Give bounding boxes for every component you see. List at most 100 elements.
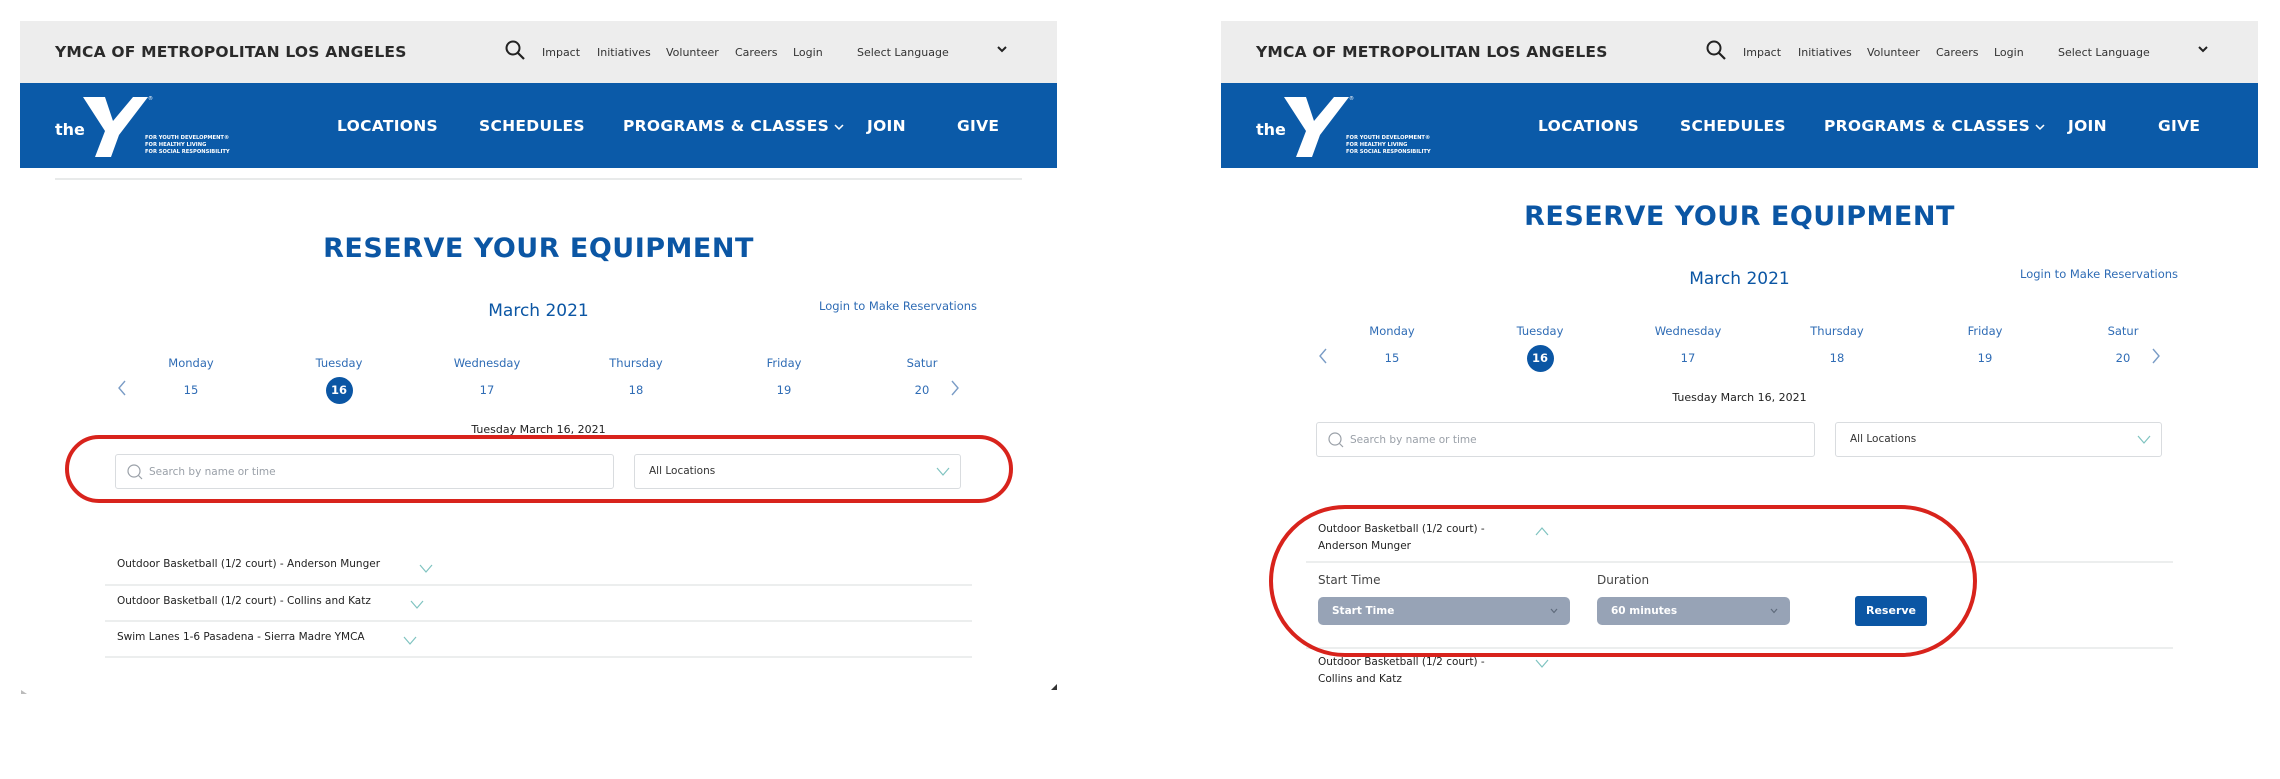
day-number[interactable]: 19: [724, 383, 844, 397]
day-thursday[interactable]: Thursday 18: [1777, 324, 1897, 365]
list-item[interactable]: Outdoor Basketball (1/2 court) - Collins…: [105, 586, 972, 622]
left-screenshot-panel: YMCA OF METROPOLITAN LOS ANGELES Impact …: [20, 21, 1057, 693]
list-item-label: Outdoor Basketball (1/2 court) - Anderso…: [117, 558, 381, 570]
day-name: Thursday: [1810, 324, 1864, 338]
day-number-selected[interactable]: 16: [325, 377, 353, 404]
nav-give[interactable]: GIVE: [2158, 117, 2200, 135]
selected-date: Tuesday March 16, 2021: [1672, 391, 1807, 404]
chevron-down-icon: [2035, 123, 2045, 130]
logo-tagline-3: FOR SOCIAL RESPONSIBILITY: [145, 149, 230, 155]
day-wednesday[interactable]: Wednesday 17: [427, 356, 547, 397]
logo-tagline-1: FOR YOUTH DEVELOPMENT®: [145, 135, 229, 141]
day-number-selected[interactable]: 16: [1526, 345, 1554, 372]
chevron-down-icon[interactable]: [2195, 41, 2211, 57]
reserve-button[interactable]: Reserve: [1855, 596, 1927, 626]
nav-schedules[interactable]: SCHEDULES: [479, 117, 585, 135]
chevron-up-icon[interactable]: [1535, 526, 1549, 536]
nav-locations[interactable]: LOCATIONS: [1538, 117, 1639, 135]
language-select[interactable]: Select Language: [2058, 46, 2150, 59]
list-item-label: Outdoor Basketball (1/2 court) - Anderson…: [1318, 521, 1485, 555]
day-number[interactable]: 17: [1628, 351, 1748, 365]
day-monday[interactable]: Monday 15: [1332, 324, 1452, 365]
language-select[interactable]: Select Language: [857, 46, 949, 59]
util-link-volunteer[interactable]: Volunteer: [666, 46, 719, 59]
util-link-careers[interactable]: Careers: [1936, 46, 1979, 59]
day-number[interactable]: 18: [576, 383, 696, 397]
ymca-logo[interactable]: the ® FOR YOUTH DEVELOPMENT® FOR HEALTHY…: [1254, 91, 1444, 161]
location-select[interactable]: All Locations: [634, 454, 961, 489]
chevron-right-icon[interactable]: [949, 379, 961, 397]
chevron-down-icon[interactable]: [994, 41, 1010, 57]
day-thursday[interactable]: Thursday 18: [576, 356, 696, 397]
util-link-initiatives[interactable]: Initiatives: [597, 46, 651, 59]
day-number[interactable]: 19: [1925, 351, 2045, 365]
logo-tagline-3: FOR SOCIAL RESPONSIBILITY: [1346, 149, 1431, 155]
day-name: Thursday: [609, 356, 663, 370]
chevron-right-icon[interactable]: [2150, 347, 2162, 365]
list-item[interactable]: Outdoor Basketball (1/2 court) - Anderso…: [105, 548, 972, 586]
util-link-initiatives[interactable]: Initiatives: [1798, 46, 1852, 59]
nav-join[interactable]: JOIN: [867, 117, 906, 135]
day-tuesday[interactable]: Tuesday 16: [1480, 324, 1600, 372]
search-input[interactable]: [1350, 423, 1807, 456]
nav-programs-classes[interactable]: PROGRAMS & CLASSES: [1824, 117, 2045, 135]
nav-join[interactable]: JOIN: [2068, 117, 2107, 135]
logo-tagline-2: FOR HEALTHY LIVING: [1346, 142, 1407, 148]
list-item-label-line2: Collins and Katz: [1318, 673, 1402, 685]
logo-word: the: [55, 120, 85, 139]
day-number[interactable]: 15: [1332, 351, 1452, 365]
day-monday[interactable]: Monday 15: [131, 356, 251, 397]
nav-schedules[interactable]: SCHEDULES: [1680, 117, 1786, 135]
nav-locations[interactable]: LOCATIONS: [337, 117, 438, 135]
chevron-down-icon[interactable]: [410, 600, 424, 610]
chevron-left-icon[interactable]: [116, 379, 128, 397]
list-item-expanded[interactable]: Outdoor Basketball (1/2 court) - Anderson…: [1306, 517, 2173, 563]
search-input[interactable]: [149, 455, 606, 488]
day-friday[interactable]: Friday 19: [1925, 324, 2045, 365]
chevron-down-icon[interactable]: [1535, 659, 1549, 669]
search-field[interactable]: [1316, 422, 1815, 457]
util-link-login[interactable]: Login: [1994, 46, 2024, 59]
chevron-left-icon[interactable]: [1317, 347, 1329, 365]
selected-date: Tuesday March 16, 2021: [471, 423, 606, 436]
list-item[interactable]: Swim Lanes 1-6 Pasadena - Sierra Madre Y…: [105, 622, 972, 658]
nav-programs-label: PROGRAMS & CLASSES: [623, 117, 830, 135]
duration-select[interactable]: 60 minutes: [1597, 597, 1790, 625]
day-number[interactable]: 20: [2063, 351, 2183, 365]
day-tuesday[interactable]: Tuesday 16: [279, 356, 399, 404]
chevron-down-icon[interactable]: [403, 636, 417, 646]
day-number[interactable]: 18: [1777, 351, 1897, 365]
location-select[interactable]: All Locations: [1835, 422, 2162, 457]
day-wednesday[interactable]: Wednesday 17: [1628, 324, 1748, 365]
login-to-reserve-link[interactable]: Login to Make Reservations: [2020, 267, 2178, 281]
chevron-down-icon[interactable]: [419, 564, 433, 574]
day-saturday[interactable]: Satur 20: [2063, 324, 2183, 365]
day-number[interactable]: 15: [131, 383, 251, 397]
org-title[interactable]: YMCA OF METROPOLITAN LOS ANGELES: [55, 43, 407, 61]
page-title: RESERVE YOUR EQUIPMENT: [1524, 201, 1955, 232]
nav-programs-classes[interactable]: PROGRAMS & CLASSES: [623, 117, 844, 135]
day-saturday[interactable]: Satur 20: [862, 356, 982, 397]
day-number[interactable]: 17: [427, 383, 547, 397]
day-name: Wednesday: [1654, 324, 1722, 338]
search-icon[interactable]: [1705, 39, 1727, 61]
util-link-login[interactable]: Login: [793, 46, 823, 59]
list-item[interactable]: Outdoor Basketball (1/2 court) - Collins …: [1306, 649, 2173, 693]
day-name: Satur: [906, 356, 938, 370]
util-link-impact[interactable]: Impact: [542, 46, 580, 59]
day-number[interactable]: 20: [862, 383, 982, 397]
util-link-careers[interactable]: Careers: [735, 46, 778, 59]
svg-text:®: ®: [1349, 95, 1354, 102]
login-to-reserve-link[interactable]: Login to Make Reservations: [819, 299, 977, 313]
start-time-select[interactable]: Start Time: [1318, 597, 1570, 625]
org-title[interactable]: YMCA OF METROPOLITAN LOS ANGELES: [1256, 43, 1608, 61]
logo-word: the: [1256, 120, 1286, 139]
search-icon[interactable]: [504, 39, 526, 61]
search-field[interactable]: [115, 454, 614, 489]
util-link-impact[interactable]: Impact: [1743, 46, 1781, 59]
util-link-volunteer[interactable]: Volunteer: [1867, 46, 1920, 59]
list-item-label-line1: Outdoor Basketball (1/2 court) -: [1318, 656, 1485, 668]
nav-give[interactable]: GIVE: [957, 117, 999, 135]
ymca-logo[interactable]: the ® FOR YOUTH DEVELOPMENT® FOR HEALTHY…: [53, 91, 243, 161]
day-friday[interactable]: Friday 19: [724, 356, 844, 397]
